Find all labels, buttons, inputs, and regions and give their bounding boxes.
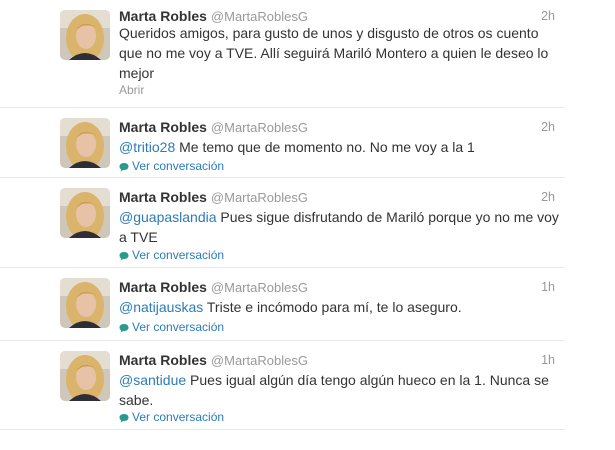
tweet-text: @guapaslandia Pues sigue disfrutando de … [119,207,563,247]
avatar[interactable] [60,278,110,328]
tweet-item[interactable]: Marta Robles @MartaRoblesG 2h @guapasland… [0,178,565,268]
author-name[interactable]: Marta Robles [119,189,207,205]
tweet-timestamp[interactable]: 1h [541,350,555,370]
tweet-item[interactable]: Marta Robles @MartaRoblesG 2h @tritio28 M… [0,108,565,178]
tweet-body: Me temo que de momento no. No me voy a l… [175,139,475,155]
speech-bubble-icon [119,414,129,423]
tweet-item[interactable]: Marta Robles @MartaRoblesG 1h @natijauska… [0,268,565,341]
tweet-text: @tritio28 Me temo que de momento no. No … [119,137,563,157]
tweet-timestamp[interactable]: 1h [541,277,555,297]
tweet-text: @santidue Pues igual algún día tengo alg… [119,370,563,410]
mention-link[interactable]: @natijauskas [119,299,203,315]
author-name[interactable]: Marta Robles [119,8,207,24]
avatar[interactable] [60,10,110,60]
open-link-label: Abrir [119,83,145,97]
mention-link[interactable]: @tritio28 [119,139,175,155]
avatar[interactable] [60,118,110,168]
tweet-body: Queridos amigos, para gusto de unos y di… [119,25,549,81]
tweet-item[interactable]: Marta Robles @MartaRoblesG 1h @santidue P… [0,341,565,430]
author-handle[interactable]: @MartaRoblesG [211,190,308,205]
speech-bubble-icon [119,163,129,172]
speech-bubble-icon [119,252,129,261]
speech-bubble-icon [119,324,129,333]
author-handle[interactable]: @MartaRoblesG [211,280,308,295]
tweet-item[interactable]: Marta Robles @MartaRoblesG 2h Queridos am… [0,0,565,108]
author-name[interactable]: Marta Robles [119,352,207,368]
view-conversation-link[interactable]: Ver conversación [119,247,224,263]
tweet-header: Marta Robles @MartaRoblesG 2h [119,117,555,137]
author-handle[interactable]: @MartaRoblesG [211,9,308,24]
view-conversation-label: Ver conversación [132,159,225,173]
mention-link[interactable]: @santidue [119,372,186,388]
view-conversation-label: Ver conversación [132,410,225,424]
view-conversation-label: Ver conversación [132,320,225,334]
tweet-body: Triste e incómodo para mí, te lo aseguro… [203,299,462,315]
author-handle[interactable]: @MartaRoblesG [211,120,308,135]
avatar[interactable] [60,351,110,401]
tweet-timeline: Marta Robles @MartaRoblesG 2h Queridos am… [0,0,565,430]
tweet-timestamp[interactable]: 2h [541,117,555,137]
tweet-text: Queridos amigos, para gusto de unos y di… [119,23,563,83]
view-conversation-label: Ver conversación [132,248,225,262]
author-name[interactable]: Marta Robles [119,119,207,135]
author-name[interactable]: Marta Robles [119,279,207,295]
tweet-text: @natijauskas Triste e incómodo para mí, … [119,297,563,317]
tweet-header: Marta Robles @MartaRoblesG 2h [119,187,555,207]
tweet-header: Marta Robles @MartaRoblesG 1h [119,350,555,370]
tweet-header: Marta Robles @MartaRoblesG 1h [119,277,555,297]
view-conversation-link[interactable]: Ver conversación [119,158,224,174]
author-handle[interactable]: @MartaRoblesG [211,353,308,368]
open-link[interactable]: Abrir [119,82,144,98]
view-conversation-link[interactable]: Ver conversación [119,319,224,335]
view-conversation-link[interactable]: Ver conversación [119,409,224,425]
tweet-timestamp[interactable]: 2h [541,187,555,207]
avatar[interactable] [60,188,110,238]
mention-link[interactable]: @guapaslandia [119,209,217,225]
